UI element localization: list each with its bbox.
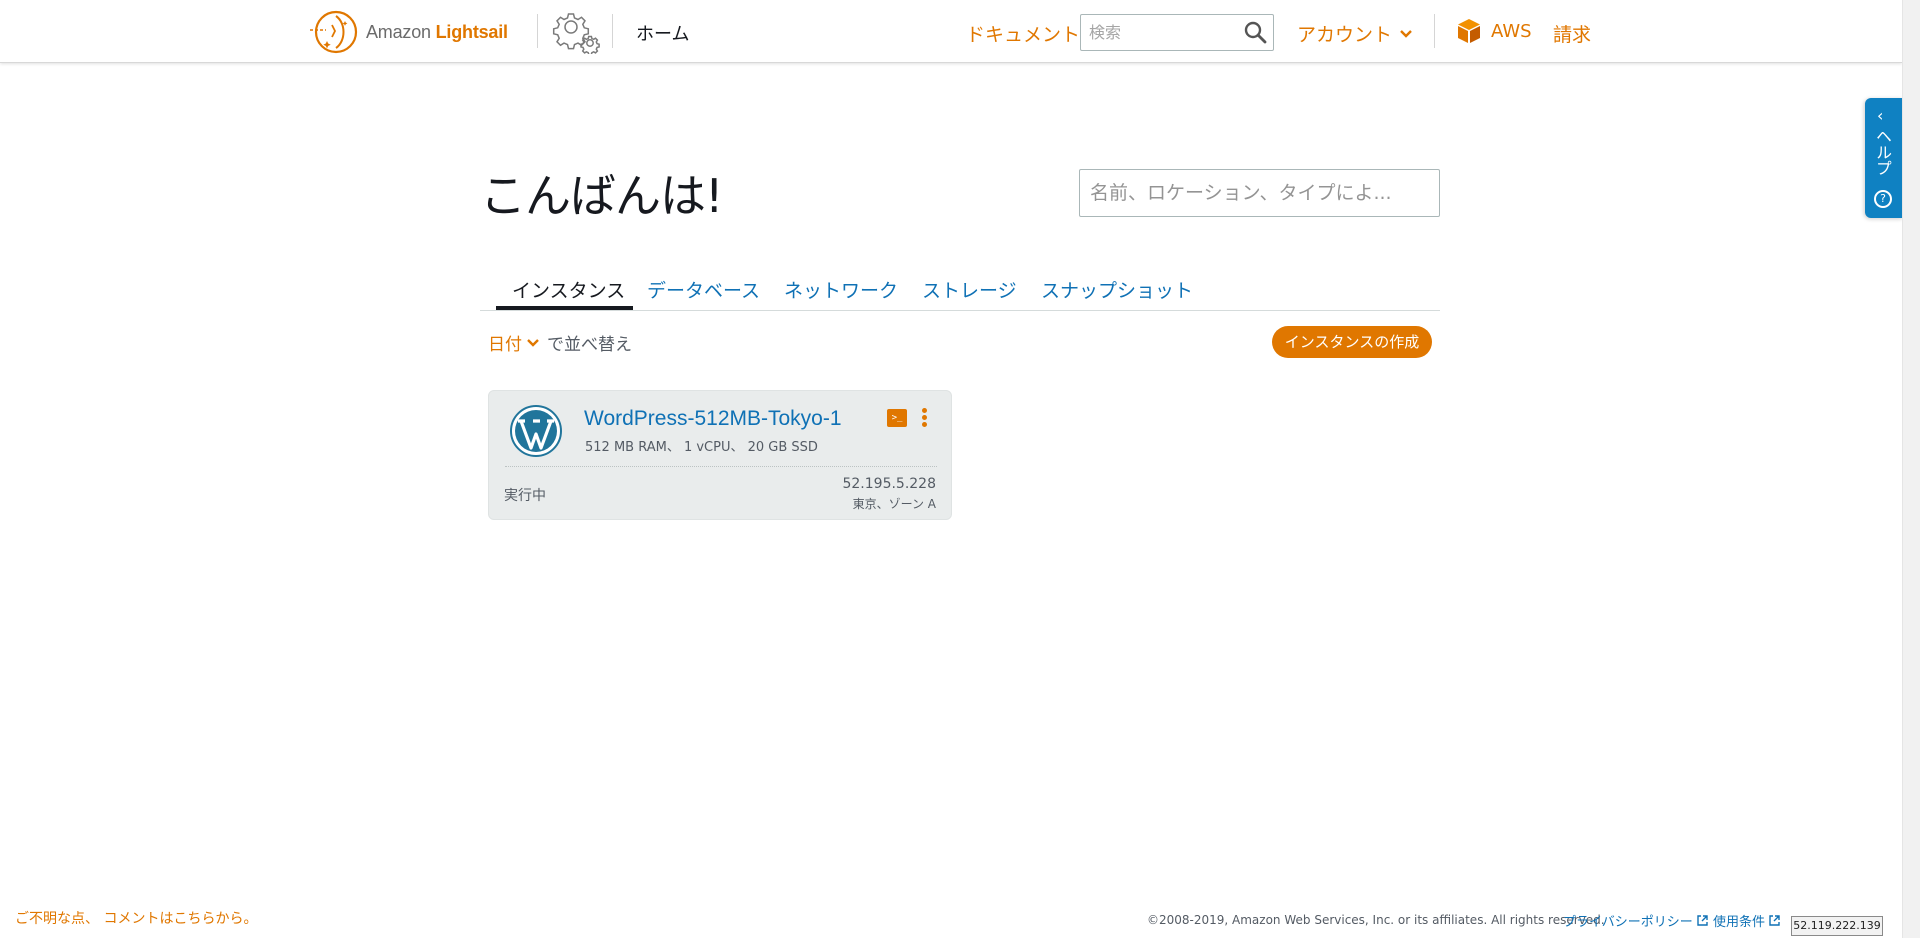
tab-instances[interactable]: インスタンス (512, 276, 625, 303)
aws-label: AWS (1491, 20, 1532, 42)
create-instance-button[interactable]: インスタンスの作成 (1272, 326, 1432, 358)
more-options-icon[interactable] (919, 408, 929, 430)
page-scrollbar[interactable] (1902, 0, 1920, 938)
instance-ip-address: 52.195.5.228 (842, 476, 936, 492)
help-panel-tab[interactable]: ‹ ヘルプ ? (1865, 98, 1903, 218)
privacy-policy-label: プライバシーポリシー (1563, 915, 1693, 930)
sort-suffix-label: で並べ替え (547, 335, 632, 355)
nav-divider (537, 14, 538, 48)
instance-status: 実行中 (504, 488, 546, 504)
tab-snapshots[interactable]: スナップショット (1041, 276, 1193, 303)
wordpress-icon[interactable] (509, 404, 563, 458)
logo-text-prefix: Amazon (366, 21, 436, 42)
lightsail-logo[interactable]: Amazon Lightsail (308, 10, 508, 54)
lightsail-logo-icon (310, 10, 358, 54)
top-search-input[interactable] (1089, 15, 1239, 50)
instance-location: 東京、ゾーン A (852, 497, 936, 511)
billing-link[interactable]: 請求 (1553, 20, 1591, 47)
active-tab-indicator (496, 306, 633, 310)
chevron-down-icon (1400, 29, 1412, 38)
resource-tabs: インスタンス データベース ネットワーク ストレージ スナップショット (480, 268, 1440, 311)
nav-divider (612, 14, 613, 48)
top-search-box (1080, 14, 1274, 51)
chevron-down-icon (527, 338, 539, 347)
question-circle-icon: ? (1874, 190, 1892, 208)
feedback-link[interactable]: ご不明な点、 コメントはこちらから。 (15, 908, 257, 928)
aws-cube-icon (1458, 19, 1480, 43)
tab-storage[interactable]: ストレージ (922, 276, 1017, 303)
logo-text-strong: Lightsail (435, 21, 508, 42)
external-link-icon (1697, 915, 1708, 926)
terms-of-use-label: 使用条件 (1713, 915, 1766, 930)
settings-gear-icon[interactable] (550, 8, 602, 56)
tab-databases[interactable]: データベース (647, 276, 760, 303)
instance-card: WordPress-512MB-Tokyo-1 512 MB RAM、 1 vC… (488, 390, 952, 520)
home-link[interactable]: ホーム (636, 20, 689, 46)
sort-key-label: 日付 (488, 335, 522, 355)
help-tab-label: ヘルプ (1873, 128, 1892, 176)
card-divider (505, 466, 937, 467)
resource-search-box (1079, 169, 1440, 217)
ip-address-overlay: 52.119.222.139 (1791, 916, 1883, 936)
account-menu[interactable]: アカウント (1297, 20, 1412, 47)
privacy-policy-link[interactable]: プライバシーポリシー (1563, 911, 1708, 930)
account-label: アカウント (1297, 24, 1393, 46)
terms-of-use-link[interactable]: 使用条件 (1713, 911, 1780, 930)
resource-search-input[interactable] (1080, 170, 1439, 216)
sort-control: 日付 で並べ替え (488, 330, 632, 355)
sort-key-dropdown[interactable]: 日付 (488, 330, 539, 355)
external-link-icon (1769, 915, 1780, 926)
collapse-arrow-icon: ‹ (1877, 106, 1884, 125)
search-icon[interactable] (1243, 20, 1267, 44)
tab-networking[interactable]: ネットワーク (784, 276, 898, 303)
logo-text: Amazon Lightsail (366, 22, 508, 43)
aws-console-link[interactable]: AWS (1455, 17, 1532, 45)
instance-name-link[interactable]: WordPress-512MB-Tokyo-1 (584, 407, 842, 431)
copyright-text: ©2008-2019, Amazon Web Services, Inc. or… (1147, 913, 1605, 927)
documentation-link[interactable]: ドキュメント (966, 20, 1080, 47)
top-navigation-bar: Amazon Lightsail ホーム ドキュメント アカウント (0, 0, 1902, 63)
instance-spec: 512 MB RAM、 1 vCPU、 20 GB SSD (585, 440, 818, 455)
nav-divider (1434, 14, 1435, 48)
page-greeting: こんばんは! (480, 169, 723, 223)
terminal-icon[interactable]: >_ (887, 409, 907, 427)
